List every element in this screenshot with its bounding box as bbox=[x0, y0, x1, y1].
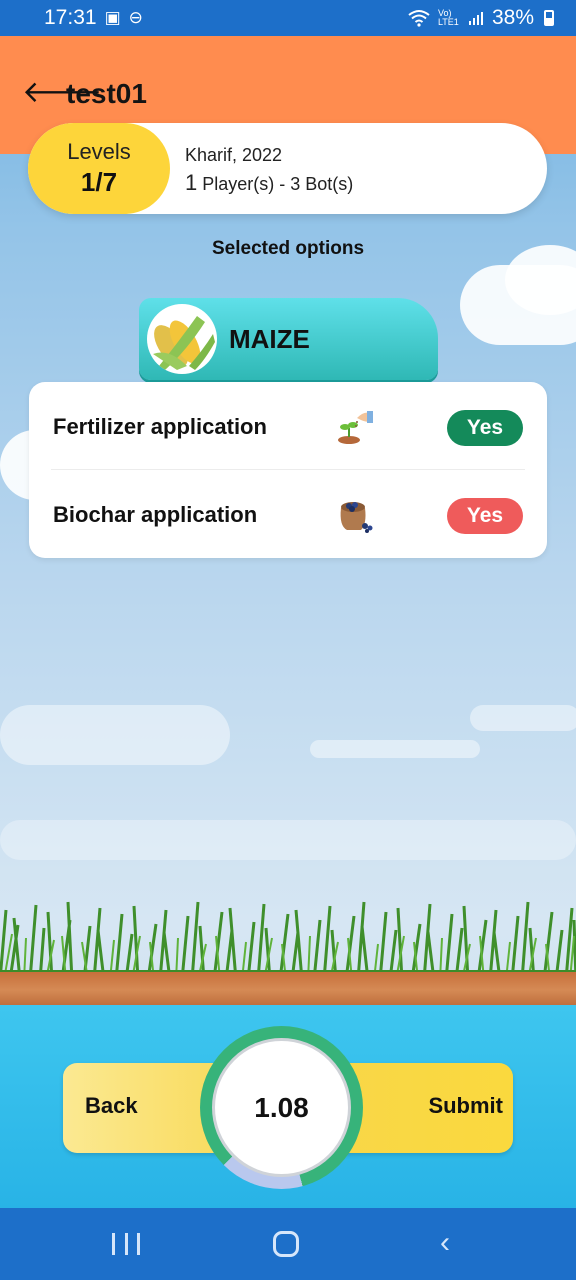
game-info-card: Levels 1/7 Kharif, 2022 1 Player(s) - 3 … bbox=[28, 123, 547, 214]
system-nav-bar: ‹ bbox=[0, 1208, 576, 1280]
cloud bbox=[310, 740, 480, 758]
status-right: Vo) LTE1 38% bbox=[408, 6, 554, 30]
cloud bbox=[0, 705, 230, 765]
biochar-yes-badge[interactable]: Yes bbox=[447, 498, 523, 534]
battery-icon bbox=[544, 10, 554, 26]
options-card: Fertilizer application Yes Biochar appli… bbox=[29, 382, 547, 558]
timer-ring: 1.08 bbox=[200, 1026, 363, 1189]
crop-tag: MAIZE bbox=[139, 298, 438, 380]
timer-value: 1.08 bbox=[212, 1038, 351, 1177]
levels-label: Levels bbox=[67, 139, 131, 164]
biochar-sack-icon bbox=[340, 502, 373, 533]
status-left: 17:31 ▣ ⊖ bbox=[44, 6, 143, 30]
option-row: Fertilizer application Yes bbox=[29, 382, 547, 468]
battery-percent: 38% bbox=[491, 6, 534, 29]
cloud bbox=[470, 705, 576, 731]
players-label: Player(s) - 3 Bot(s) bbox=[202, 174, 354, 194]
back-button[interactable]: Back bbox=[85, 1093, 138, 1119]
selected-options-heading: Selected options bbox=[211, 238, 365, 259]
wifi-icon bbox=[408, 10, 430, 27]
status-time: 17:31 bbox=[44, 6, 97, 29]
season-text: Kharif, 2022 bbox=[185, 145, 283, 165]
seedling-hand-icon bbox=[338, 411, 373, 444]
maize-icon bbox=[147, 304, 217, 374]
players-text: 1 Player(s) - 3 Bot(s) bbox=[185, 170, 353, 196]
levels-value: 1/7 bbox=[80, 167, 118, 197]
page-title: test01 bbox=[66, 78, 147, 109]
signal-icon bbox=[468, 12, 483, 25]
nav-back-icon[interactable]: ‹ bbox=[440, 1228, 460, 1260]
fertilizer-yes-badge[interactable]: Yes bbox=[447, 410, 523, 446]
crop-name: MAIZE bbox=[229, 324, 310, 354]
levels-pill: Levels 1/7 bbox=[28, 123, 170, 214]
back-arrow-icon[interactable]: 🡐 bbox=[22, 78, 102, 109]
option-label: Fertilizer application bbox=[53, 414, 267, 439]
network-label: Vo) LTE1 bbox=[437, 8, 459, 27]
do-not-disturb-icon: ⊖ bbox=[128, 8, 143, 27]
gallery-icon: ▣ bbox=[104, 8, 121, 27]
option-row: Biochar application Yes bbox=[29, 470, 547, 556]
status-bar: 17:31 ▣ ⊖ Vo) LTE1 38% bbox=[0, 0, 576, 36]
option-label: Biochar application bbox=[53, 502, 258, 527]
recent-apps-icon[interactable] bbox=[112, 1228, 140, 1260]
cloud bbox=[0, 820, 576, 860]
home-icon[interactable] bbox=[273, 1231, 299, 1257]
player-count: 1 bbox=[185, 170, 198, 195]
submit-button[interactable]: Submit bbox=[428, 1093, 503, 1119]
